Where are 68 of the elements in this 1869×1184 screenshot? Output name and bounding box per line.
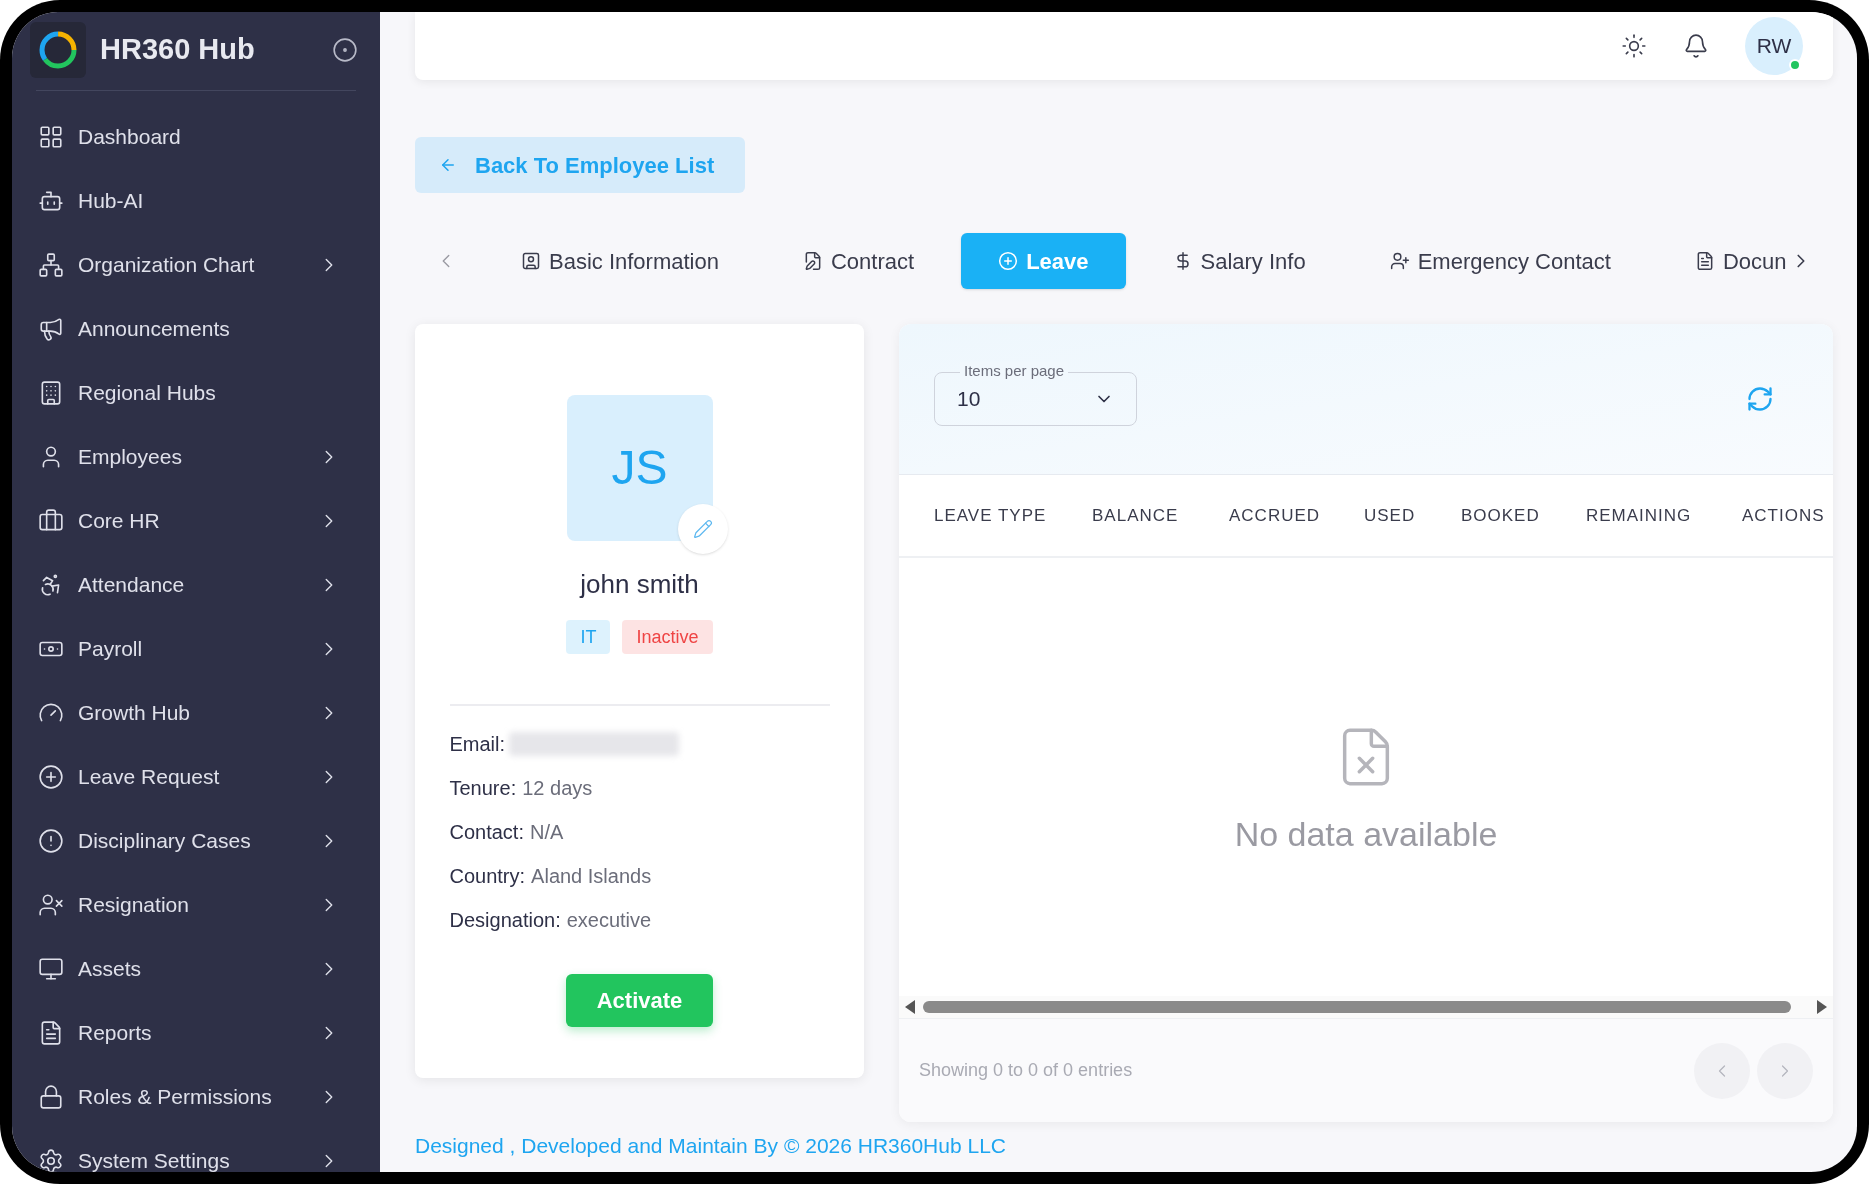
employee-name: john smith bbox=[580, 568, 699, 601]
tab[interactable]: Contract bbox=[765, 233, 952, 289]
column-header: USED bbox=[1364, 505, 1416, 525]
column-header: REMAINING bbox=[1586, 505, 1692, 525]
settings-icon bbox=[38, 1148, 64, 1172]
column-header: ACTIONS bbox=[1742, 505, 1825, 525]
monitor-icon bbox=[38, 956, 64, 982]
megaphone-icon bbox=[38, 316, 64, 342]
detail-value: executive bbox=[566, 908, 652, 933]
id-card-icon bbox=[521, 251, 541, 271]
empty-message: No data available bbox=[1234, 813, 1498, 855]
pencil-icon bbox=[692, 519, 713, 539]
plus-circle-icon bbox=[38, 764, 64, 790]
tab[interactable]: Basic Information bbox=[505, 233, 756, 289]
target-icon[interactable] bbox=[332, 37, 358, 63]
tab[interactable]: Emergency Contact bbox=[1352, 233, 1648, 289]
sidebar-item[interactable]: Attendance bbox=[12, 553, 380, 617]
sidebar-item[interactable]: Assets bbox=[12, 937, 380, 1001]
org-chart-icon bbox=[38, 252, 64, 278]
detail-value: N/A bbox=[530, 820, 564, 845]
sidebar-item[interactable]: Core HR bbox=[12, 489, 380, 553]
user-plus-icon bbox=[1389, 251, 1410, 271]
user-avatar[interactable]: RW bbox=[1745, 17, 1803, 75]
sidebar-item[interactable]: Dashboard bbox=[12, 105, 380, 169]
column-header: BOOKED bbox=[1461, 505, 1540, 525]
sidebar-item[interactable]: Disciplinary Cases bbox=[12, 809, 380, 873]
detail-label: Tenure: bbox=[449, 776, 517, 801]
sidebar-item[interactable]: Regional Hubs bbox=[12, 361, 380, 425]
sidebar-item[interactable]: Employees bbox=[12, 425, 380, 489]
bell-icon[interactable] bbox=[1683, 33, 1709, 59]
brand-name: HR360 Hub bbox=[100, 32, 255, 68]
grid-icon bbox=[38, 124, 64, 150]
sidebar-item[interactable]: System Settings bbox=[12, 1129, 380, 1172]
sidebar-item[interactable]: Organization Chart bbox=[12, 233, 380, 297]
detail-label: Country: bbox=[449, 864, 526, 889]
scroll-right-arrow-icon[interactable] bbox=[1817, 1000, 1827, 1014]
sidebar-item[interactable]: Leave Request bbox=[12, 745, 380, 809]
sun-icon[interactable] bbox=[1621, 33, 1647, 59]
sidebar-item[interactable]: Growth Hub bbox=[12, 681, 380, 745]
lock-icon bbox=[38, 1084, 64, 1110]
tag: IT bbox=[566, 620, 611, 654]
detail-label: Email: bbox=[449, 732, 506, 757]
tab[interactable]: Docun bbox=[1657, 233, 1791, 289]
sidebar-item[interactable]: Hub-AI bbox=[12, 169, 380, 233]
footer-credit: Designed , Developed and Maintain By © 2026 HR360Hub LLC bbox=[415, 1134, 1007, 1158]
sidebar-item[interactable]: Payroll bbox=[12, 617, 380, 681]
plus-circle-icon bbox=[998, 251, 1019, 271]
sidebar-item[interactable]: Reports bbox=[12, 1001, 380, 1065]
column-header: LEAVE TYPE bbox=[934, 505, 1047, 525]
user-remove-icon bbox=[38, 892, 64, 918]
logo-icon bbox=[30, 22, 86, 78]
tag: Inactive bbox=[622, 620, 713, 654]
scrollbar-thumb[interactable] bbox=[923, 1001, 1791, 1013]
column-header: ACCRUED bbox=[1229, 505, 1321, 525]
scroll-left-arrow-icon[interactable] bbox=[905, 1000, 915, 1014]
detail-value: Aland Islands bbox=[531, 864, 652, 889]
detail-label: Designation: bbox=[449, 908, 561, 933]
detail-label: Contact: bbox=[449, 820, 524, 845]
sidebar-item[interactable]: Announcements bbox=[12, 297, 380, 361]
detail-value: 12 days bbox=[522, 776, 593, 801]
sidebar-item[interactable]: Roles & Permissions bbox=[12, 1065, 380, 1129]
alert-icon bbox=[38, 828, 64, 854]
column-header: BALANCE bbox=[1092, 505, 1179, 525]
avatar: JS bbox=[566, 395, 713, 541]
refresh-icon[interactable] bbox=[1746, 385, 1774, 413]
sidebar-item[interactable]: Resignation bbox=[12, 873, 380, 937]
entries-summary: Showing 0 to 0 of 0 entries bbox=[919, 1059, 1133, 1082]
tab[interactable]: Salary Info bbox=[1135, 233, 1343, 289]
